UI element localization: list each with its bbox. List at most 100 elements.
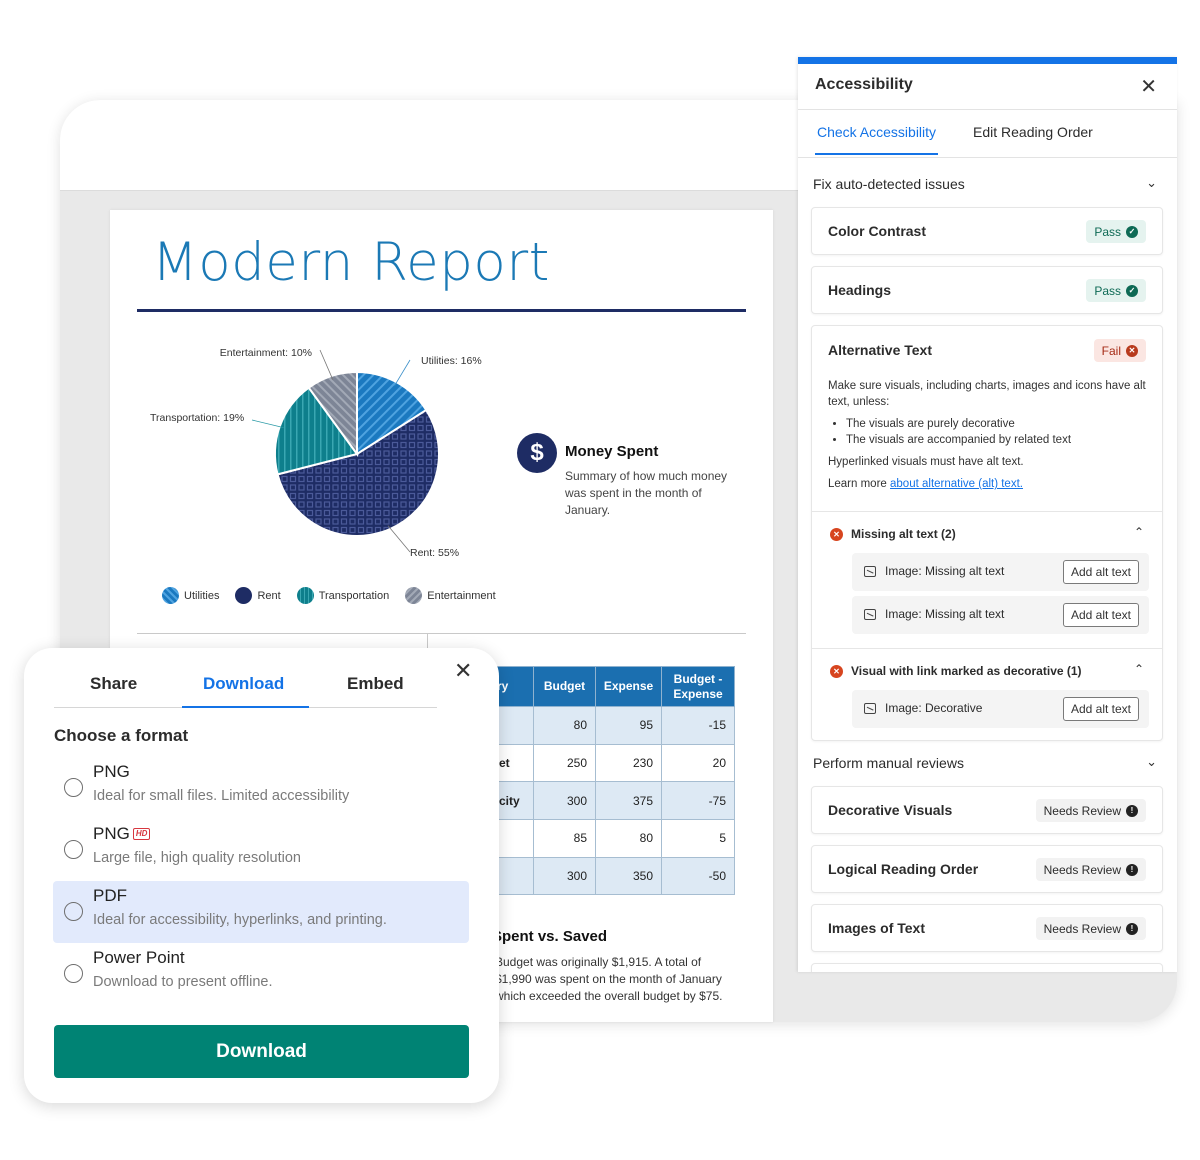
title-rule <box>137 309 746 312</box>
tab-embed[interactable]: Embed <box>347 674 404 694</box>
chevron-down-icon[interactable]: ⌄ <box>1146 754 1157 770</box>
radio-button[interactable] <box>64 964 83 983</box>
check-card-headings[interactable]: Headings Pass ✓ <box>811 266 1163 314</box>
check-title: Logical Reading Order <box>828 861 979 877</box>
review-card-decorative-visuals[interactable]: Decorative Visuals Needs Review ! <box>811 786 1163 834</box>
checkmark-icon: ✓ <box>1126 284 1138 297</box>
option-title: PNG <box>93 762 130 782</box>
issue-group-title: Missing alt text (2) <box>851 527 956 541</box>
pie-slices <box>274 370 440 537</box>
cell-budget: 250 <box>533 743 596 783</box>
format-option-png-hd[interactable]: PNG HD Large file, high quality resoluti… <box>53 819 469 881</box>
close-icon[interactable]: ✕ <box>454 658 472 684</box>
review-card-truncated[interactable] <box>811 963 1163 972</box>
tab-download[interactable]: Download <box>203 674 284 694</box>
manual-review-section-header[interactable]: Perform manual reviews <box>813 755 964 771</box>
legend-item-utilities: Utilities <box>162 587 219 604</box>
chevron-up-icon[interactable]: ⌃ <box>1134 525 1144 539</box>
legend-label: Entertainment <box>427 589 496 602</box>
add-alt-text-button[interactable]: Add alt text <box>1062 603 1139 627</box>
issue-group-header[interactable]: ✕ Missing alt text (2) <box>830 527 956 541</box>
format-option-power-point[interactable]: Power Point Download to present offline. <box>53 943 469 1005</box>
accessibility-panel: Accessibility ✕ Check Accessibility Edit… <box>798 57 1177 972</box>
status-label: Needs Review <box>1043 862 1121 877</box>
cell-expense: 350 <box>595 856 662 896</box>
check-card-alternative-text: Alternative Text Fail ✕ Make sure visual… <box>811 325 1163 741</box>
exception-item: The visuals are accompanied by related t… <box>846 432 1148 448</box>
option-title-text: Power Point <box>93 948 185 967</box>
issue-group-header[interactable]: ✕ Visual with link marked as decorative … <box>830 664 1082 678</box>
alt-text-help-link[interactable]: about alternative (alt) text. <box>890 478 1023 490</box>
close-icon[interactable]: ✕ <box>1140 74 1157 99</box>
option-description: Large file, high quality resolution <box>93 850 301 866</box>
spent-saved-description: Budget was originally $1,915. A total of… <box>495 955 723 1003</box>
status-badge: Fail ✕ <box>1093 339 1146 362</box>
learn-more: Learn more about alternative (alt) text. <box>828 476 1148 492</box>
status-badge: Pass ✓ <box>1086 279 1146 302</box>
legend-item-transportation: Transportation <box>296 587 390 604</box>
cell-expense: 95 <box>595 706 662 745</box>
leader-line-transportation <box>251 419 284 428</box>
alt-text-exceptions: The visuals are purely decorative The vi… <box>846 416 1148 448</box>
cell-difference: -75 <box>661 781 735 821</box>
issue-item-label: Image: Missing alt text <box>885 607 1005 621</box>
legend-label: Rent <box>257 589 281 602</box>
legend-label: Utilities <box>184 589 220 602</box>
active-tab-indicator <box>182 706 309 708</box>
option-title-text: PDF <box>93 886 127 905</box>
learn-more-prefix: Learn more <box>828 478 891 490</box>
spent-saved-title: Spent vs. Saved <box>492 928 608 945</box>
money-spent-title: Money Spent <box>565 443 659 460</box>
add-alt-text-button[interactable]: Add alt text <box>1062 697 1139 721</box>
error-icon: ✕ <box>830 664 843 678</box>
check-card-color-contrast[interactable]: Color Contrast Pass ✓ <box>811 207 1163 255</box>
status-label: Pass <box>1094 283 1121 298</box>
issue-item-label: Image: Missing alt text <box>885 564 1005 578</box>
chevron-up-icon[interactable]: ⌃ <box>1134 662 1144 676</box>
status-label: Fail <box>1101 343 1121 358</box>
format-option-png[interactable]: PNG Ideal for small files. Limited acces… <box>53 757 469 819</box>
option-title-text: PNG <box>93 824 130 843</box>
chevron-down-icon[interactable]: ⌄ <box>1146 175 1157 191</box>
radio-button[interactable] <box>64 902 83 921</box>
check-title: Color Contrast <box>828 223 926 239</box>
pie-label-rent: Rent: 55% <box>410 547 459 559</box>
format-option-pdf[interactable]: PDF Ideal for accessibility, hyperlinks,… <box>53 881 469 943</box>
tab-check-accessibility[interactable]: Check Accessibility <box>814 124 939 155</box>
cell-expense: 80 <box>595 819 662 858</box>
leader-line-entertainment <box>319 349 334 380</box>
issue-item: Image: Decorative Add alt text <box>852 690 1149 728</box>
cell-difference: -15 <box>661 706 735 745</box>
option-description: Ideal for small files. Limited accessibi… <box>93 788 350 804</box>
check-title: Images of Text <box>828 920 925 936</box>
review-card-images-of-text[interactable]: Images of Text Needs Review ! <box>811 904 1163 952</box>
image-icon <box>864 703 876 714</box>
table-row: et 250 230 20 <box>490 743 735 783</box>
tab-share[interactable]: Share <box>90 674 137 694</box>
legend-swatch-entertainment <box>405 587 423 604</box>
cell-difference: 20 <box>661 743 735 783</box>
tab-edit-reading-order[interactable]: Edit Reading Order <box>973 124 1093 140</box>
option-description: Download to present offline. <box>93 974 273 990</box>
alert-icon: ! <box>1126 863 1138 876</box>
radio-button[interactable] <box>64 778 83 797</box>
share-dialog: Share Download Embed ✕ Choose a format P… <box>24 648 499 1103</box>
cell-budget: 80 <box>533 706 596 745</box>
cell-budget: 85 <box>533 819 596 858</box>
error-icon: ✕ <box>830 527 843 541</box>
radio-button[interactable] <box>64 840 83 859</box>
table-header-row: ry Budget Expense Budget - Expense <box>490 666 735 707</box>
cell-difference: 5 <box>661 819 735 858</box>
download-button[interactable]: Download <box>54 1025 469 1078</box>
pie-chart: Utilities: 16% Rent: 55% Transportation: 1… <box>150 347 482 559</box>
legend-label: Transportation <box>318 589 390 602</box>
auto-detected-section-header[interactable]: Fix auto-detected issues <box>813 176 965 192</box>
status-badge: Needs Review ! <box>1035 858 1146 881</box>
budget-table: ry Budget Expense Budget - Expense 80 95… <box>490 666 735 896</box>
format-heading: Choose a format <box>54 726 189 745</box>
add-alt-text-button[interactable]: Add alt text <box>1062 560 1139 584</box>
status-label: Pass <box>1094 224 1121 239</box>
hd-icon: HD <box>132 828 151 840</box>
option-title: PDF <box>93 886 127 906</box>
review-card-logical-reading-order[interactable]: Logical Reading Order Needs Review ! <box>811 845 1163 893</box>
